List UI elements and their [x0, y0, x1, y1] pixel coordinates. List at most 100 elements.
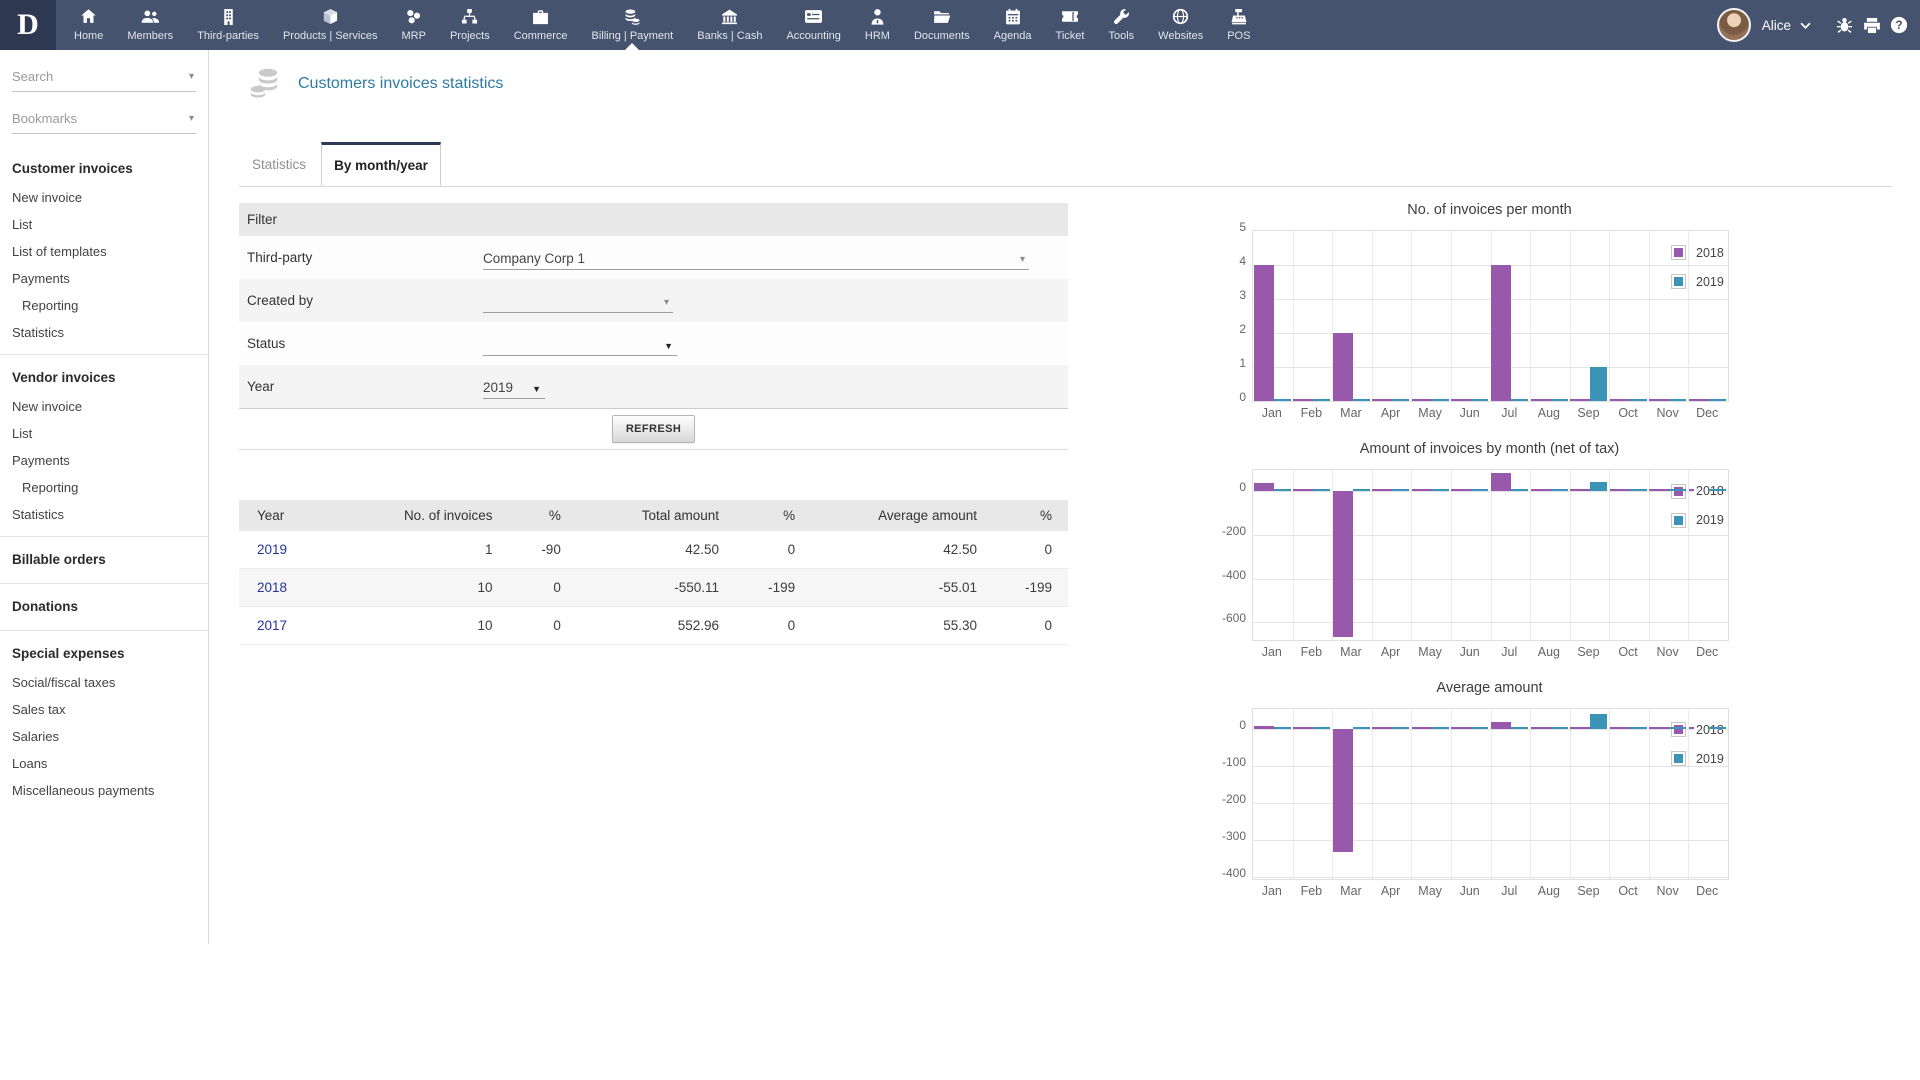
sidebar-item-vendor-invoices-reporting[interactable]: Reporting — [0, 474, 208, 501]
bar-2019-Nov — [1669, 727, 1687, 730]
nav-item-banks-cash[interactable]: Banks | Cash — [685, 0, 774, 50]
bar-2018-Apr — [1372, 488, 1393, 491]
sidebar-item-customer-invoices-payments[interactable]: Payments — [0, 265, 208, 292]
sidebar-item-customer-invoices-list[interactable]: List — [0, 211, 208, 238]
bug-icon[interactable] — [1835, 16, 1854, 34]
nav-item-accounting[interactable]: Accounting — [774, 0, 852, 50]
nav-item-home[interactable]: Home — [62, 0, 115, 50]
nav-item-third-parties[interactable]: Third-parties — [185, 0, 271, 50]
sidebar-item-customer-invoices-list-of-templates[interactable]: List of templates — [0, 238, 208, 265]
bar-2018-Aug — [1530, 727, 1551, 730]
sidebar-item-special-expenses-social-fiscal-taxes[interactable]: Social/fiscal taxes — [0, 669, 208, 696]
gridline — [1569, 709, 1571, 879]
nav-item-label: Banks | Cash — [697, 30, 763, 42]
x-axis-tick-label: Aug — [1537, 406, 1560, 420]
tab-by-month-year[interactable]: By month/year — [321, 142, 441, 186]
nav-item-tools[interactable]: Tools — [1096, 0, 1146, 50]
nav-item-documents[interactable]: Documents — [902, 0, 982, 50]
sidebar-section-billable-orders[interactable]: Billable orders — [0, 543, 208, 575]
sidebar-section-donations[interactable]: Donations — [0, 590, 208, 622]
sidebar-item-customer-invoices-reporting[interactable]: Reporting — [0, 292, 208, 319]
y-axis-tick-label: -400 — [1221, 567, 1246, 582]
nav-item-projects[interactable]: Projects — [438, 0, 502, 50]
legend-swatch — [1671, 274, 1686, 289]
x-axis-tick-label: Jul — [1501, 884, 1518, 898]
year-link[interactable]: 2018 — [257, 580, 287, 595]
statistics-table: Year No. of invoices% Total amount% Average… — [239, 500, 1068, 645]
bar-2019-May — [1431, 399, 1449, 401]
nav-item-hrm[interactable]: HRM — [853, 0, 902, 50]
nav-item-billing-payment[interactable]: Billing | Payment — [580, 0, 686, 50]
nav-item-label: HRM — [864, 30, 890, 42]
tab-statistics[interactable]: Statistics — [239, 142, 319, 186]
x-axis-tick-label: Mar — [1340, 645, 1362, 659]
nav-item-websites[interactable]: Websites — [1146, 0, 1215, 50]
nav-item-commerce[interactable]: Commerce — [502, 0, 580, 50]
refresh-button[interactable]: REFRESH — [611, 415, 696, 443]
gridline — [1253, 877, 1728, 879]
sidebar-item-vendor-invoices-list[interactable]: List — [0, 420, 208, 447]
pos-icon — [1231, 7, 1247, 26]
app-logo[interactable]: D — [0, 0, 56, 50]
year-link[interactable]: 2019 — [257, 542, 287, 557]
status-select[interactable]: ▼ — [483, 331, 677, 356]
bar-2019-Jul — [1511, 399, 1528, 401]
sidebar-item-vendor-invoices-statistics[interactable]: Statistics — [0, 501, 208, 528]
sidebar-item-vendor-invoices-payments[interactable]: Payments — [0, 447, 208, 474]
table-cell: 552.96 — [576, 606, 735, 645]
help-icon[interactable]: ? — [1890, 16, 1908, 34]
nav-item-pos[interactable]: POS — [1215, 0, 1262, 50]
table-row-2017: 2017 10 0 552.96 0 55.30 0 — [239, 606, 1068, 645]
sidebar-section-vendor-invoices[interactable]: Vendor invoices — [0, 361, 208, 393]
top-navigation-bar: D Home Members Third-parties Products | Ser… — [0, 0, 1920, 50]
bar-2018-Sep — [1570, 399, 1591, 401]
left-sidebar: ▾ ▾ Customer invoicesNew invoiceListList… — [0, 50, 209, 944]
nav-item-mrp[interactable]: MRP — [390, 0, 438, 50]
sidebar-section-special-expenses[interactable]: Special expenses — [0, 637, 208, 669]
bar-2019-Jan — [1273, 727, 1291, 730]
nav-item-members[interactable]: Members — [115, 0, 185, 50]
nav-item-ticket[interactable]: Ticket — [1044, 0, 1097, 50]
user-name[interactable]: Alice — [1762, 18, 1791, 33]
chevron-down-icon[interactable]: ▾ — [189, 113, 194, 124]
user-avatar[interactable] — [1716, 8, 1751, 42]
nav-item-agenda[interactable]: Agenda — [982, 0, 1044, 50]
sidebar-item-special-expenses-sales-tax[interactable]: Sales tax — [0, 696, 208, 723]
year-label: Year — [247, 379, 275, 394]
projects-icon — [461, 7, 478, 26]
sidebar-item-special-expenses-salaries[interactable]: Salaries — [0, 723, 208, 750]
gridline — [1411, 709, 1413, 879]
bar-2018-Aug — [1530, 488, 1551, 491]
bar-2018-Sep — [1570, 727, 1591, 730]
third-party-select[interactable]: Company Corp 1 ▾ — [483, 245, 1029, 270]
bar-2019-Jun — [1471, 727, 1489, 730]
print-icon[interactable] — [1863, 17, 1881, 34]
sidebar-item-vendor-invoices-new-invoice[interactable]: New invoice — [0, 393, 208, 420]
bookmarks-input[interactable] — [12, 106, 172, 129]
plot-area: 2018 2019 — [1252, 708, 1729, 880]
year-select[interactable]: 2019 ▼ — [483, 374, 545, 399]
sidebar-item-customer-invoices-statistics[interactable]: Statistics — [0, 319, 208, 346]
table-cell: 55.30 — [811, 606, 993, 645]
filter-header: Filter — [239, 203, 1068, 236]
sidebar-item-special-expenses-loans[interactable]: Loans — [0, 750, 208, 777]
created-by-select[interactable]: ▾ — [483, 288, 673, 313]
sidebar-item-special-expenses-miscellaneous-payments[interactable]: Miscellaneous payments — [0, 777, 208, 804]
sidebar-section-customer-invoices[interactable]: Customer invoices — [0, 152, 208, 184]
chevron-down-icon[interactable] — [1800, 22, 1811, 29]
nav-item-products-services[interactable]: Products | Services — [271, 0, 390, 50]
table-cell: -55.01 — [811, 568, 993, 607]
x-axis-tick-label: Jun — [1459, 406, 1480, 420]
bar-2019-Jun — [1471, 488, 1489, 491]
gridline — [1609, 231, 1611, 401]
members-icon — [140, 7, 161, 26]
chevron-down-icon[interactable]: ▾ — [189, 71, 194, 82]
year-link[interactable]: 2017 — [257, 618, 287, 633]
sidebar-item-customer-invoices-new-invoice[interactable]: New invoice — [0, 184, 208, 211]
table-cell: 0 — [992, 606, 1068, 645]
legend-item-2019: 2019 — [1671, 512, 1726, 528]
legend-swatch — [1671, 245, 1686, 260]
bar-2019-Mar — [1352, 399, 1370, 401]
search-input[interactable] — [12, 64, 172, 87]
gridline — [1648, 709, 1650, 879]
